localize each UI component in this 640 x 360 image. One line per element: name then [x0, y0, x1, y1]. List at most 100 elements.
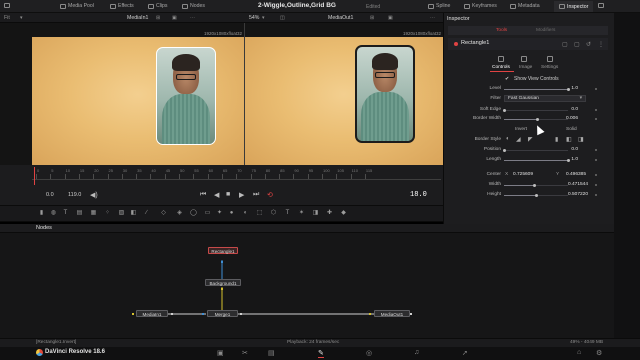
right-viewer-roi-icon[interactable]: ▣	[388, 15, 393, 21]
center-y-value[interactable]: 0.496385	[566, 172, 586, 177]
node-mediain[interactable]: MediaIn1	[136, 310, 168, 317]
border-width-slider-knob[interactable]	[535, 118, 539, 121]
loop-icon[interactable]: ⟲	[267, 191, 273, 199]
color-page-icon[interactable]: ◎	[366, 349, 372, 357]
color-corrector-icon[interactable]: ◐	[242, 210, 249, 217]
nodes-button[interactable]: Nodes	[182, 3, 205, 9]
particles-tool-icon[interactable]: ⁘	[104, 210, 111, 217]
left-viewer[interactable]: 1920x1080xfloat32	[0, 23, 244, 165]
ellipse-tool-icon[interactable]: ◯	[190, 210, 197, 217]
tab-tools[interactable]: Tools	[496, 28, 507, 33]
soft-edge-value[interactable]: 0.0	[554, 107, 578, 112]
right-viewer-source[interactable]: MediaOut1	[328, 15, 353, 21]
cut-page-icon[interactable]: ✂	[242, 349, 248, 357]
home-icon[interactable]: ⌂	[577, 349, 581, 356]
width-value[interactable]: 0.471544	[564, 182, 588, 187]
length-keyframe-icon[interactable]	[595, 159, 597, 161]
brush-tool-icon[interactable]: ∕	[143, 210, 150, 217]
image-tool-icon[interactable]: ▦	[90, 210, 97, 217]
level-keyframe-icon[interactable]	[595, 88, 597, 90]
node-rectangle[interactable]: Rectangle1	[208, 247, 238, 254]
fusion-page-icon[interactable]: ✎	[318, 349, 324, 358]
subtab-image[interactable]: Image	[519, 65, 532, 70]
clips-button[interactable]: Clips	[148, 3, 168, 9]
merge-3d-icon[interactable]: ✚	[326, 210, 333, 217]
subtab-settings[interactable]: Settings	[541, 65, 558, 70]
solid-toggle[interactable]: Solid	[566, 127, 577, 132]
background-tool-icon[interactable]: ▮	[38, 210, 45, 217]
border-style-flat-icon[interactable]: ◨	[578, 136, 584, 143]
expand-icon[interactable]	[598, 3, 604, 8]
right-viewer-menu-icon[interactable]: ⋯	[430, 15, 435, 21]
go-to-start-button[interactable]: ⏮	[200, 191, 206, 199]
width-keyframe-icon[interactable]	[595, 184, 597, 186]
camera-3d-icon[interactable]: ◨	[312, 210, 319, 217]
subtab-controls[interactable]: Controls	[492, 65, 510, 70]
border-style-square-icon[interactable]: ◧	[566, 136, 572, 143]
tool-menu-icon[interactable]: ⋮	[598, 41, 604, 48]
border-style-cap-icon[interactable]: ▮	[555, 136, 558, 143]
tool-enable-icon[interactable]: ▢	[562, 41, 568, 48]
paint-tool-icon[interactable]: ◍	[50, 210, 57, 217]
merge-tool-icon[interactable]: ▨	[118, 210, 125, 217]
renderer-3d-icon[interactable]: ✶	[298, 210, 305, 217]
audio-icon[interactable]: ◀)	[90, 191, 98, 199]
metadata-button[interactable]: Metadata	[510, 3, 540, 9]
node-mediaout[interactable]: MediaOut1	[374, 310, 410, 317]
viewer-menu-icon[interactable]: ⋯	[190, 15, 195, 21]
playhead[interactable]	[34, 167, 35, 185]
right-viewer-lut-icon[interactable]: ⊞	[370, 15, 374, 21]
text-tool-icon[interactable]: T	[62, 210, 69, 217]
position-value[interactable]: 0.0	[554, 147, 578, 152]
filter-dropdown[interactable]: Fast Gaussian ▾	[504, 95, 586, 102]
tool-lock-icon[interactable]: ▢	[574, 41, 580, 48]
bspline-tool-icon[interactable]: ◈	[176, 210, 183, 217]
fast-noise-tool-icon[interactable]: ▤	[76, 210, 83, 217]
shape-3d-icon[interactable]: ◆	[340, 210, 347, 217]
inspector-button[interactable]: Inspector	[554, 1, 594, 12]
width-slider-knob[interactable]	[532, 184, 536, 187]
render-start-field[interactable]: 0.0	[46, 192, 54, 198]
center-x-value[interactable]: 0.725609	[513, 172, 533, 177]
soft-edge-keyframe-icon[interactable]	[595, 109, 597, 111]
split-view-icon[interactable]: ◫	[280, 15, 285, 21]
position-keyframe-icon[interactable]	[595, 149, 597, 151]
tool-reset-icon[interactable]: ↺	[586, 41, 591, 48]
zoom-level[interactable]: 54%	[249, 15, 259, 21]
tab-modifiers[interactable]: Modifiers	[536, 28, 555, 33]
media-page-icon[interactable]: ▣	[217, 349, 224, 357]
height-keyframe-icon[interactable]	[595, 194, 597, 196]
height-slider-knob[interactable]	[534, 194, 538, 197]
workspace-menu-icon[interactable]	[4, 3, 10, 8]
transform-tool-icon[interactable]: ⬚	[256, 210, 263, 217]
position-slider-knob[interactable]	[502, 149, 506, 152]
center-keyframe-icon[interactable]	[595, 174, 597, 176]
node-background[interactable]: Background1	[205, 279, 241, 286]
border-width-value[interactable]: 0.006	[554, 116, 578, 121]
time-ruler[interactable]: 0 5 10 15 20 25 30 35 40 45 50 55 60 65 70 75 80 85 90 95 10…	[0, 165, 443, 187]
play-button[interactable]: ▶	[239, 191, 244, 199]
settings-gear-icon[interactable]: ⚙	[596, 349, 602, 357]
fit-dropdown[interactable]: Fit	[4, 15, 10, 21]
soft-edge-slider-knob[interactable]	[502, 109, 506, 112]
zoom-dropdown-icon[interactable]: ▾	[262, 15, 265, 21]
step-back-button[interactable]: ◀	[214, 191, 219, 199]
right-viewer[interactable]: 1920x1080xfloat32	[245, 23, 443, 165]
invert-toggle[interactable]: Invert	[515, 127, 527, 132]
border-style-round-icon[interactable]: ◤	[528, 136, 533, 143]
go-to-end-button[interactable]: ⏭	[253, 191, 259, 199]
left-viewer-source[interactable]: MediaIn1	[127, 15, 148, 21]
current-frame[interactable]: 18.0	[410, 191, 427, 199]
border-style-bevel-icon[interactable]: ◢	[516, 136, 521, 143]
3d-shape-icon[interactable]: ⬡	[270, 210, 277, 217]
viewer-lut-icon[interactable]: ⊞	[156, 15, 160, 21]
level-value[interactable]: 1.0	[554, 86, 578, 91]
border-width-keyframe-icon[interactable]	[595, 118, 597, 120]
polygon-tool-icon[interactable]: ◇	[160, 210, 167, 217]
channel-boolean-icon[interactable]: ◧	[130, 210, 137, 217]
node-merge[interactable]: Merge1	[207, 310, 238, 317]
deliver-page-icon[interactable]: ➚	[462, 349, 468, 357]
edit-page-icon[interactable]: ▤	[268, 349, 275, 357]
length-value[interactable]: 1.0	[554, 157, 578, 162]
tracker-tool-icon[interactable]: ✦	[216, 210, 223, 217]
